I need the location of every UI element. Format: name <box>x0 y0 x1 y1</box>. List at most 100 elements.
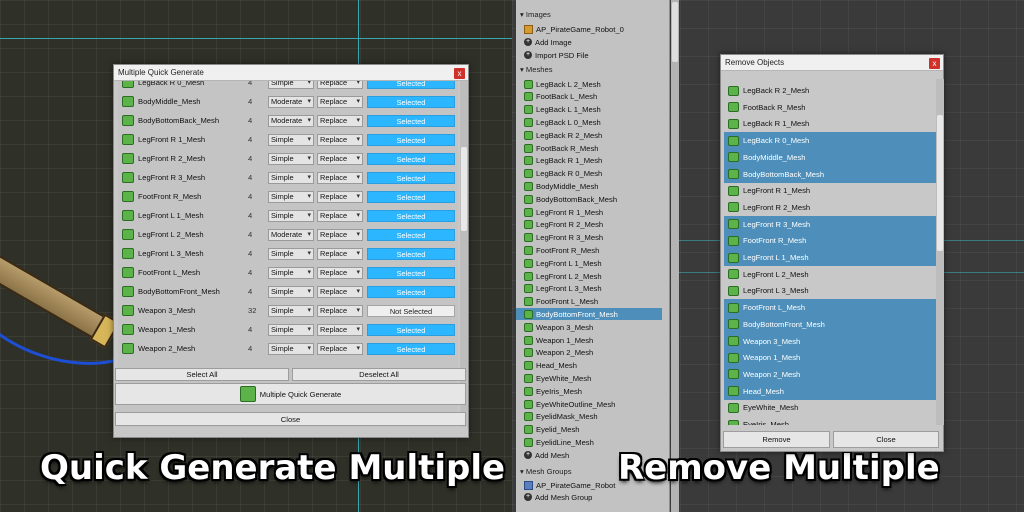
hierarchy-mesh-item[interactable]: LegFront L 1_Mesh <box>524 257 670 269</box>
mode-dropdown[interactable]: Simple <box>268 323 314 336</box>
selection-toggle-button[interactable]: Selected <box>367 209 455 222</box>
remove-list-item[interactable]: LegFront R 3_Mesh <box>724 215 937 233</box>
hierarchy-mesh-item[interactable]: LegBack R 2_Mesh <box>524 129 670 141</box>
mode-dropdown[interactable]: Simple <box>268 133 314 146</box>
remove-list-item[interactable]: LegFront R 2_Mesh <box>724 199 937 216</box>
operation-dropdown[interactable]: Replace <box>317 114 363 127</box>
operation-dropdown[interactable]: Replace <box>317 247 363 260</box>
remove-list-item[interactable]: Weapon 3_Mesh <box>724 332 937 350</box>
hierarchy-mesh-item[interactable]: Weapon 1_Mesh <box>524 334 670 346</box>
hierarchy-mesh-item[interactable]: LegBack L 0_Mesh <box>524 116 670 128</box>
list-scrollbar[interactable] <box>936 79 944 425</box>
selection-toggle-button[interactable]: Selected <box>367 114 455 127</box>
selection-toggle-button[interactable]: Selected <box>367 266 455 279</box>
hierarchy-mesh-item[interactable]: LegBack L 1_Mesh <box>524 104 670 116</box>
operation-dropdown[interactable]: Replace <box>317 228 363 241</box>
remove-list-item[interactable]: FootFront R_Mesh <box>724 232 937 250</box>
hierarchy-mesh-item[interactable]: Weapon 3_Mesh <box>524 321 670 333</box>
hierarchy-mesh-item[interactable]: LegBack L 2_Mesh <box>524 78 670 90</box>
mode-dropdown[interactable]: Simple <box>268 209 314 222</box>
operation-dropdown[interactable]: Replace <box>317 209 363 222</box>
hierarchy-mesh-item[interactable]: FootFront R_Mesh <box>524 244 670 256</box>
mode-dropdown[interactable]: Simple <box>268 285 314 298</box>
operation-dropdown[interactable]: Replace <box>317 323 363 336</box>
operation-dropdown[interactable]: Replace <box>317 133 363 146</box>
mode-dropdown[interactable]: Simple <box>268 190 314 203</box>
mode-dropdown[interactable]: Moderate <box>268 95 314 108</box>
operation-dropdown[interactable]: Replace <box>317 342 363 355</box>
selection-toggle-button[interactable]: Selected <box>367 342 455 355</box>
hierarchy-mesh-item[interactable]: LegFront R 3_Mesh <box>524 232 670 244</box>
hierarchy-mesh-item[interactable]: Weapon 2_Mesh <box>524 347 670 359</box>
hierarchy-mesh-item[interactable]: LegFront R 2_Mesh <box>524 219 670 231</box>
operation-dropdown[interactable]: Replace <box>317 285 363 298</box>
remove-list-item[interactable]: LegFront R 1_Mesh <box>724 182 937 199</box>
operation-dropdown[interactable]: Replace <box>317 190 363 203</box>
hierarchy-mesh-item[interactable]: BodyBottomBack_Mesh <box>524 193 670 205</box>
select-all-button[interactable]: Select All <box>115 368 289 381</box>
hierarchy-mesh-item[interactable]: LegBack R 0_Mesh <box>524 168 670 180</box>
close-icon[interactable]: x <box>929 58 940 69</box>
selection-toggle-button[interactable]: Selected <box>367 81 455 89</box>
selection-toggle-button[interactable]: Selected <box>367 171 455 184</box>
mode-dropdown[interactable]: Simple <box>268 247 314 260</box>
hierarchy-mesh-item[interactable]: Head_Mesh <box>524 360 670 372</box>
mode-dropdown[interactable]: Simple <box>268 342 314 355</box>
selection-toggle-button[interactable]: Selected <box>367 190 455 203</box>
add-image-button[interactable]: + Add Image <box>524 36 670 48</box>
hierarchy-mesh-item[interactable]: FootBack L_Mesh <box>524 91 670 103</box>
mode-dropdown[interactable]: Simple <box>268 152 314 165</box>
hierarchy-mesh-item[interactable]: EyeIris_Mesh <box>524 385 670 397</box>
mode-dropdown[interactable]: Simple <box>268 171 314 184</box>
hierarchy-mesh-item[interactable]: FootFront L_Mesh <box>524 296 670 308</box>
image-item[interactable]: AP_PirateGame_Robot_0 <box>524 23 670 35</box>
remove-list-item[interactable]: BodyBottomBack_Mesh <box>724 165 937 183</box>
remove-list-item[interactable]: LegBack R 0_Mesh <box>724 132 937 150</box>
remove-list-item[interactable]: Head_Mesh <box>724 382 937 400</box>
operation-dropdown[interactable]: Replace <box>317 266 363 279</box>
mode-dropdown[interactable]: Moderate <box>268 228 314 241</box>
mode-dropdown[interactable]: Simple <box>268 304 314 317</box>
hierarchy-mesh-item[interactable]: EyelidMask_Mesh <box>524 411 670 423</box>
close-button[interactable]: Close <box>833 431 939 448</box>
images-header[interactable]: ▾ Images <box>520 10 551 19</box>
scrollbar-thumb[interactable] <box>672 2 678 62</box>
remove-list-item[interactable]: LegFront L 1_Mesh <box>724 249 937 266</box>
remove-list-item[interactable]: FootBack R_Mesh <box>724 99 937 116</box>
selection-toggle-button[interactable]: Selected <box>367 285 455 298</box>
meshes-header[interactable]: ▾ Meshes <box>520 65 553 74</box>
hierarchy-mesh-item[interactable]: LegFront L 2_Mesh <box>524 270 670 282</box>
selection-toggle-button[interactable]: Selected <box>367 323 455 336</box>
mode-dropdown[interactable]: Moderate <box>268 114 314 127</box>
hierarchy-mesh-item[interactable]: EyeWhiteOutline_Mesh <box>524 398 670 410</box>
mode-dropdown[interactable]: Simple <box>268 81 314 89</box>
selection-toggle-button[interactable]: Selected <box>367 133 455 146</box>
hierarchy-mesh-item[interactable]: LegBack R 1_Mesh <box>524 155 670 167</box>
add-mesh-group-button[interactable]: + Add Mesh Group <box>524 491 670 503</box>
scrollbar-thumb[interactable] <box>461 147 467 231</box>
remove-list-item[interactable]: Weapon 2_Mesh <box>724 365 937 383</box>
scrollbar-thumb[interactable] <box>937 115 943 251</box>
deselect-all-button[interactable]: Deselect All <box>292 368 466 381</box>
hierarchy-mesh-item[interactable]: FootBack R_Mesh <box>524 142 670 154</box>
mode-dropdown[interactable]: Simple <box>268 266 314 279</box>
operation-dropdown[interactable]: Replace <box>317 81 363 89</box>
import-psd-button[interactable]: + Import PSD File <box>524 49 670 61</box>
close-button[interactable]: Close <box>115 412 466 426</box>
operation-dropdown[interactable]: Replace <box>317 152 363 165</box>
hierarchy-mesh-item[interactable]: LegFront R 1_Mesh <box>524 206 670 218</box>
operation-dropdown[interactable]: Replace <box>317 95 363 108</box>
selection-toggle-button[interactable]: Selected <box>367 95 455 108</box>
selection-toggle-button[interactable]: Selected <box>367 228 455 241</box>
operation-dropdown[interactable]: Replace <box>317 304 363 317</box>
remove-list-item[interactable]: BodyMiddle_Mesh <box>724 148 937 166</box>
remove-list-item[interactable]: BodyBottomFront_Mesh <box>724 315 937 333</box>
selection-toggle-button[interactable]: Not Selected <box>367 304 455 317</box>
remove-list-item[interactable]: EyeIris_Mesh <box>724 416 937 425</box>
hierarchy-mesh-item[interactable]: EyeWhite_Mesh <box>524 372 670 384</box>
selection-toggle-button[interactable]: Selected <box>367 247 455 260</box>
operation-dropdown[interactable]: Replace <box>317 171 363 184</box>
hierarchy-mesh-item[interactable]: BodyMiddle_Mesh <box>524 180 670 192</box>
remove-button[interactable]: Remove <box>723 431 830 448</box>
remove-list-item[interactable]: LegBack R 1_Mesh <box>724 115 937 132</box>
